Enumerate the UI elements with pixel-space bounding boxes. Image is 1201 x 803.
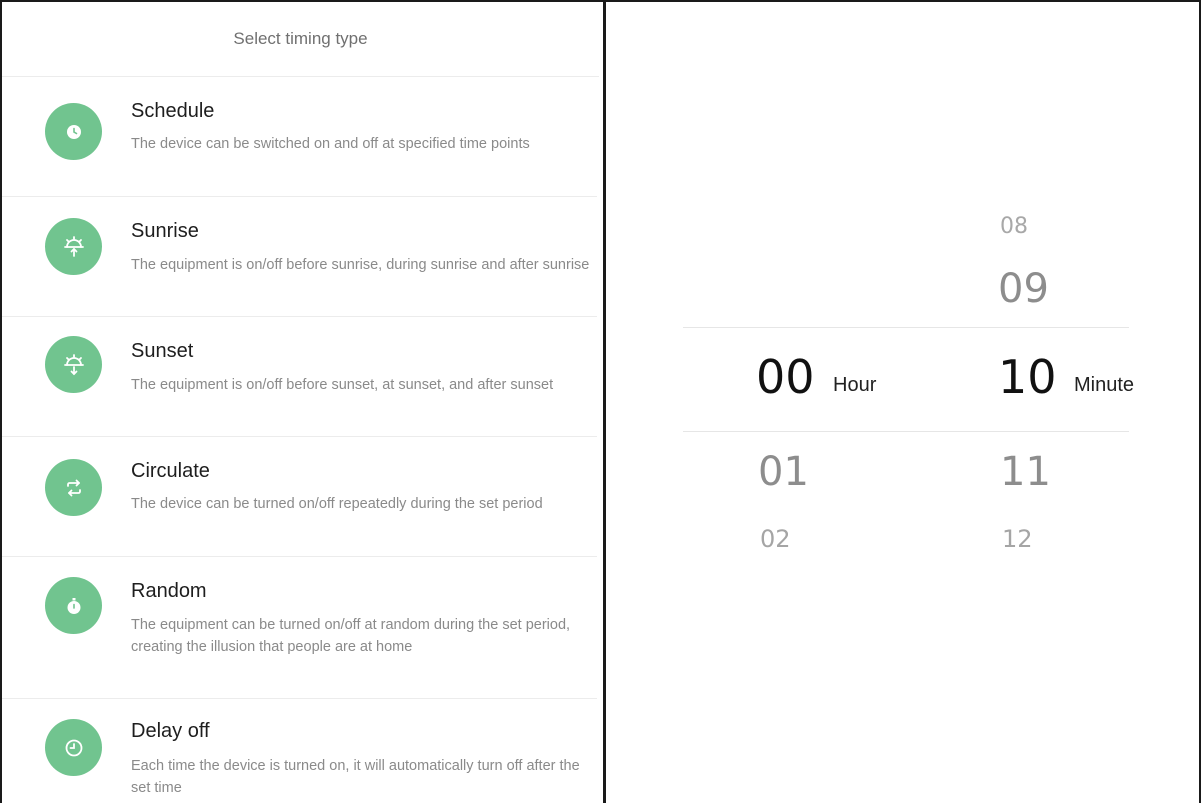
item-title: Schedule bbox=[131, 100, 215, 122]
timing-type-sunset[interactable]: Sunset The equipment is on/off before su… bbox=[2, 316, 597, 437]
time-picker-panel: 00 Hour 01 02 08 09 10 Minute 11 12 bbox=[606, 2, 1199, 803]
hour-option[interactable]: 02 bbox=[760, 525, 791, 553]
clock-icon bbox=[45, 103, 102, 160]
sunrise-icon bbox=[45, 218, 102, 275]
sunset-icon bbox=[45, 336, 102, 393]
item-title: Circulate bbox=[131, 460, 210, 482]
minute-selected: 10 bbox=[998, 350, 1057, 404]
minute-option[interactable]: 11 bbox=[1000, 449, 1051, 495]
timing-type-delay-off[interactable]: Delay off Each time the device is turned… bbox=[2, 698, 597, 803]
timing-type-schedule[interactable]: Schedule The device can be switched on a… bbox=[2, 76, 597, 197]
item-description: The device can be turned on/off repeated… bbox=[131, 496, 543, 512]
item-description: Each time the device is turned on, it wi… bbox=[131, 758, 580, 796]
hour-selected: 00 bbox=[756, 350, 815, 404]
hour-option[interactable]: 01 bbox=[758, 449, 809, 495]
stopwatch-icon bbox=[45, 577, 102, 634]
panel-title: Select timing type bbox=[2, 2, 599, 77]
minute-option[interactable]: 08 bbox=[1000, 214, 1028, 239]
item-description: The device can be switched on and off at… bbox=[131, 136, 530, 152]
selection-line-bottom bbox=[683, 431, 1129, 432]
minute-option[interactable]: 09 bbox=[998, 266, 1049, 312]
item-title: Delay off bbox=[131, 720, 210, 742]
timer-icon bbox=[45, 719, 102, 776]
timing-type-circulate[interactable]: Circulate The device can be turned on/of… bbox=[2, 436, 597, 557]
item-description: The equipment is on/off before sunset, a… bbox=[131, 377, 554, 393]
timing-type-sunrise[interactable]: Sunrise The equipment is on/off before s… bbox=[2, 196, 597, 317]
item-description: The equipment can be turned on/off at ra… bbox=[131, 617, 571, 655]
minute-unit-label: Minute bbox=[1074, 374, 1135, 396]
item-title: Sunrise bbox=[131, 220, 199, 242]
selection-line-top bbox=[683, 327, 1129, 328]
minute-option[interactable]: 12 bbox=[1002, 525, 1033, 553]
item-title: Random bbox=[131, 580, 207, 602]
timing-type-random[interactable]: Random The equipment can be turned on/of… bbox=[2, 556, 597, 699]
item-description: The equipment is on/off before sunrise, … bbox=[131, 257, 590, 273]
timing-type-panel: Select timing type Schedule The device c… bbox=[2, 2, 603, 803]
item-title: Sunset bbox=[131, 340, 194, 362]
repeat-icon bbox=[45, 459, 102, 516]
hour-unit-label: Hour bbox=[833, 374, 877, 396]
